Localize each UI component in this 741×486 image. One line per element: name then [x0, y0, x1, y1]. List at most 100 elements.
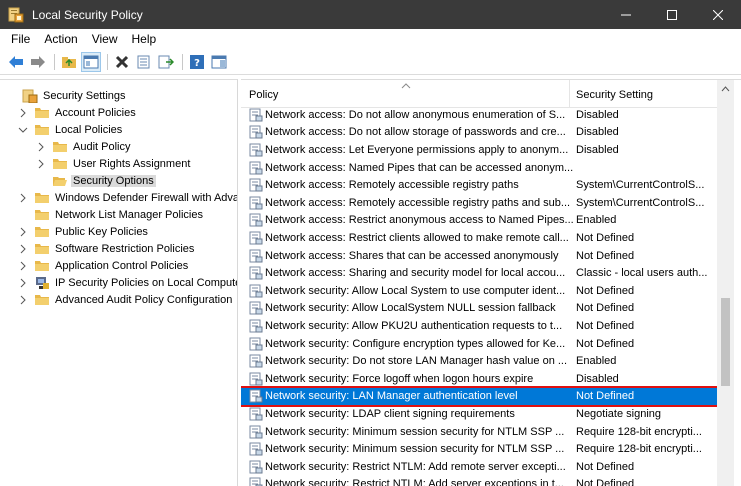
tree-node[interactable]: Application Control Policies	[18, 257, 190, 274]
table-row[interactable]: Network security: Force logoff when logo…	[241, 370, 717, 388]
chevron-right-icon[interactable]	[36, 142, 46, 152]
forward-button[interactable]	[28, 52, 48, 72]
policy-icon	[249, 231, 263, 245]
tree-node-label: Advanced Audit Policy Configuration	[55, 293, 233, 306]
close-button[interactable]	[695, 0, 741, 29]
menu-help[interactable]: Help	[125, 32, 164, 46]
export-list-button[interactable]	[156, 52, 176, 72]
title-bar[interactable]: Local Security Policy	[0, 0, 741, 29]
up-one-level-button[interactable]	[59, 52, 79, 72]
tree-node[interactable]: Public Key Policies	[18, 223, 150, 240]
delete-button[interactable]	[112, 52, 132, 72]
column-header-security-setting[interactable]: Security Setting	[576, 89, 653, 101]
show-hide-action-pane-button[interactable]	[209, 52, 229, 72]
tree-node[interactable]: User Rights Assignment	[36, 155, 192, 172]
tree-node[interactable]: Advanced Audit Policy Configuration	[18, 291, 234, 308]
table-row[interactable]: Network security: Configure encryption t…	[241, 335, 717, 353]
policy-icon	[249, 178, 263, 192]
column-header-policy[interactable]: Policy	[249, 89, 278, 101]
table-row[interactable]: Network security: LAN Manager authentica…	[241, 385, 719, 408]
maximize-button[interactable]	[649, 0, 695, 29]
table-row[interactable]: Network access: Do not allow anonymous e…	[241, 106, 717, 124]
table-row[interactable]: Network security: Minimum session securi…	[241, 440, 717, 458]
table-row[interactable]: Network access: Restrict clients allowed…	[241, 229, 717, 247]
show-hide-console-tree-button[interactable]	[81, 51, 101, 72]
security-setting-value: Not Defined	[576, 231, 635, 244]
scrollbar-thumb[interactable]	[721, 298, 730, 386]
table-row[interactable]: Network access: Restrict anonymous acces…	[241, 212, 717, 230]
table-row[interactable]: Network security: Restrict NTLM: Add ser…	[241, 476, 717, 486]
security-setting-value: Not Defined	[576, 249, 635, 262]
chevron-right-icon[interactable]	[18, 108, 28, 118]
table-row[interactable]: Network access: Let Everyone permissions…	[241, 141, 717, 159]
ip-security-icon	[34, 276, 50, 290]
chevron-down-icon[interactable]	[18, 125, 28, 135]
tree-node[interactable]: IP Security Policies on Local Compute	[18, 274, 238, 291]
security-setting-value: Not Defined	[576, 337, 635, 350]
scroll-up-button[interactable]	[717, 80, 734, 97]
help-button[interactable]: ?	[187, 52, 207, 72]
table-row[interactable]: Network security: Restrict NTLM: Add rem…	[241, 458, 717, 476]
table-row[interactable]: Network access: Remotely accessible regi…	[241, 176, 717, 194]
folder-icon	[52, 157, 68, 171]
details-pane[interactable]: Policy Security Setting Network access: …	[241, 79, 741, 486]
chevron-right-icon[interactable]	[18, 278, 28, 288]
table-row[interactable]: Network security: Allow Local System to …	[241, 282, 717, 300]
folder-icon	[34, 191, 50, 205]
security-policy-app-icon	[8, 7, 24, 23]
tree-node[interactable]: Security Settings	[6, 87, 128, 104]
tree-node-label: IP Security Policies on Local Compute	[55, 276, 238, 289]
security-setting-value: Disabled	[576, 108, 619, 121]
close-icon	[713, 9, 723, 20]
policy-icon	[249, 372, 263, 386]
security-setting-value: Not Defined	[576, 390, 635, 403]
minimize-button[interactable]	[603, 0, 649, 29]
table-row[interactable]: Network security: Minimum session securi…	[241, 423, 717, 441]
policy-name: Network access: Shares that can be acces…	[265, 249, 559, 262]
vertical-scrollbar[interactable]	[717, 80, 734, 486]
console-tree[interactable]: Security Settings Account Policies Local P…	[0, 79, 238, 486]
back-arrow-icon	[9, 55, 23, 68]
chevron-right-icon[interactable]	[18, 193, 28, 203]
chevron-right-icon[interactable]	[18, 295, 28, 305]
tree-node[interactable]: Software Restriction Policies	[18, 240, 196, 257]
action-pane-icon	[211, 55, 227, 68]
policy-icon	[249, 477, 263, 486]
table-row[interactable]: Network access: Remotely accessible regi…	[241, 194, 717, 212]
policy-icon	[249, 319, 263, 333]
table-row[interactable]: Network security: Allow PKU2U authentica…	[241, 317, 717, 335]
chevron-right-icon[interactable]	[18, 261, 28, 271]
menu-file[interactable]: File	[4, 32, 37, 46]
security-setting-value: Enabled	[576, 214, 617, 227]
security-setting-value: Not Defined	[576, 460, 635, 473]
table-row[interactable]: Network security: LDAP client signing re…	[241, 405, 717, 423]
tree-node[interactable]: Audit Policy	[36, 138, 132, 155]
table-row[interactable]: Network access: Named Pipes that can be …	[241, 159, 717, 177]
security-setting-value: Disabled	[576, 372, 619, 385]
chevron-right-icon[interactable]	[36, 159, 46, 169]
chevron-right-icon[interactable]	[18, 227, 28, 237]
tree-node[interactable]: Security Options	[36, 172, 156, 189]
table-row[interactable]: Network security: Do not store LAN Manag…	[241, 352, 717, 370]
properties-button[interactable]	[134, 52, 154, 72]
table-row[interactable]: Network access: Do not allow storage of …	[241, 124, 717, 142]
policy-name: Network security: Do not store LAN Manag…	[265, 355, 568, 368]
tree-node[interactable]: Windows Defender Firewall with Adva	[18, 189, 237, 206]
tree-node-label: Software Restriction Policies	[55, 242, 195, 255]
policy-name: Network access: Restrict clients allowed…	[265, 231, 569, 244]
tree-node-label: Account Policies	[55, 106, 136, 119]
menu-action[interactable]: Action	[37, 32, 84, 46]
menu-view[interactable]: View	[85, 32, 125, 46]
table-row[interactable]: Network access: Shares that can be acces…	[241, 247, 717, 265]
table-row[interactable]: Network access: Sharing and security mod…	[241, 264, 717, 282]
column-divider[interactable]	[569, 80, 570, 108]
tree-node[interactable]: Local Policies	[18, 121, 124, 138]
folder-icon	[34, 259, 50, 273]
tree-node[interactable]: Account Policies	[18, 104, 138, 121]
chevron-right-icon[interactable]	[18, 244, 28, 254]
tree-node[interactable]: Network List Manager Policies	[18, 206, 205, 223]
table-row[interactable]: Network security: Allow LocalSystem NULL…	[241, 300, 717, 318]
back-button[interactable]	[6, 52, 26, 72]
policy-name: Network access: Restrict anonymous acces…	[265, 214, 574, 227]
